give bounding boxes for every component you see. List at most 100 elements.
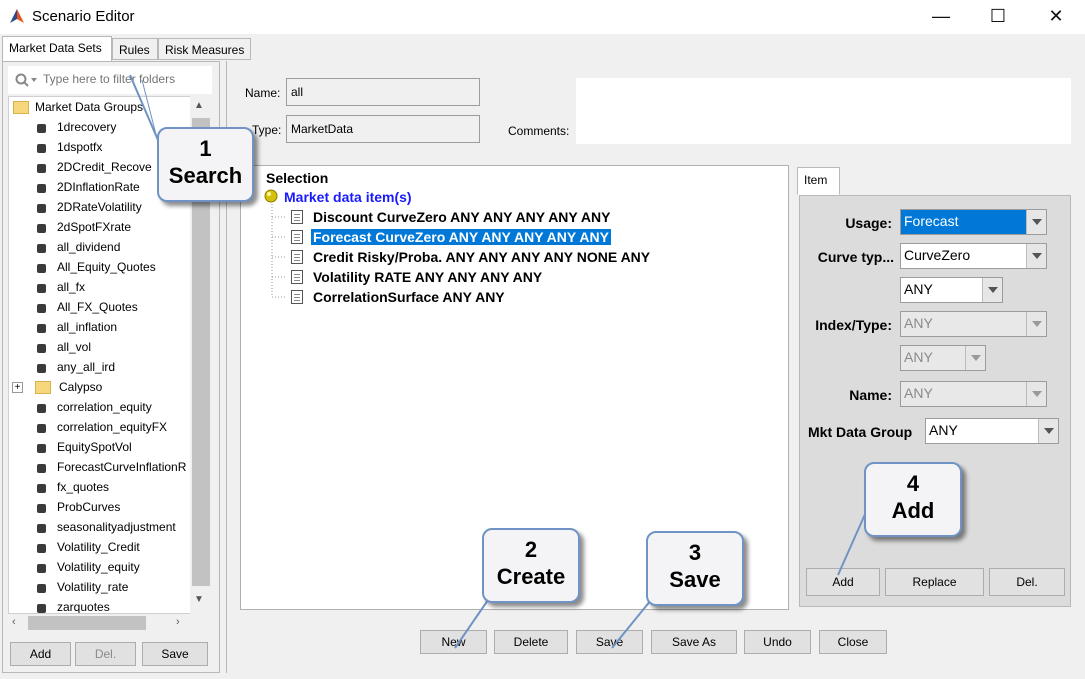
usage-value: Forecast	[904, 213, 959, 229]
tab-rules[interactable]: Rules	[112, 38, 158, 60]
search-icon[interactable]	[15, 73, 39, 87]
item-name-select[interactable]: ANY	[900, 381, 1047, 407]
close-window-button[interactable]: ✕	[1033, 0, 1079, 34]
tree-item-label: seasonalityadjustment	[57, 520, 176, 534]
tree-leaf-icon	[37, 164, 46, 173]
tree-horizontal-scrollbar[interactable]: ‹ ›	[8, 614, 212, 632]
tree-leaf-icon	[37, 444, 46, 453]
tree-item-label: Volatility_rate	[57, 580, 129, 594]
type-label: Type:	[252, 123, 282, 137]
scroll-thumb-horizontal[interactable]	[28, 616, 146, 630]
usage-select[interactable]: Forecast	[900, 209, 1047, 235]
item-replace-button[interactable]: Replace	[885, 568, 984, 596]
tree-item[interactable]: ForecastCurveInflationR	[9, 458, 191, 478]
tree-item-label: zarquotes	[57, 600, 110, 614]
mkt-data-group-value: ANY	[929, 422, 958, 438]
mkt-data-group-select[interactable]: ANY	[925, 418, 1059, 444]
tree-item[interactable]: seasonalityadjustment	[9, 518, 191, 538]
selection-item[interactable]: Volatility RATE ANY ANY ANY ANY	[311, 269, 544, 285]
chevron-down-icon[interactable]	[1026, 312, 1046, 336]
maximize-button[interactable]: ☐	[975, 0, 1021, 34]
tree-item[interactable]: fx_quotes	[9, 478, 191, 498]
tree-item-label: 2dSpotFXrate	[57, 220, 132, 234]
tree-item-label: 1dspotfx	[57, 140, 103, 154]
index-subtype-select[interactable]: ANY	[900, 345, 986, 371]
scroll-right-icon[interactable]: ›	[176, 616, 180, 628]
tree-item-label: ForecastCurveInflationR	[57, 460, 187, 474]
tree-root-label: Market Data Groups	[35, 100, 144, 114]
callout-text: Save	[669, 567, 721, 592]
tab-market-data-sets[interactable]: Market Data Sets	[2, 36, 112, 62]
tree-folder-calypso[interactable]: + Calypso	[11, 378, 211, 398]
tree-item[interactable]: ProbCurves	[9, 498, 191, 518]
tree-item[interactable]: EquitySpotVol	[9, 438, 191, 458]
undo-button[interactable]: Undo	[744, 630, 811, 654]
scroll-left-icon[interactable]: ‹	[12, 616, 16, 628]
app-logo-icon	[10, 9, 24, 23]
item-del-button[interactable]: Del.	[989, 568, 1065, 596]
tree-item[interactable]: all_dividend	[9, 238, 191, 258]
left-add-button[interactable]: Add	[10, 642, 71, 666]
tree-item[interactable]: any_all_ird	[9, 358, 191, 378]
selection-item[interactable]: Credit Risky/Proba. ANY ANY ANY ANY NONE…	[311, 249, 652, 265]
scroll-down-icon[interactable]: ▼	[194, 594, 204, 605]
scroll-up-icon[interactable]: ▲	[194, 100, 204, 111]
tree-item[interactable]: correlation_equity	[9, 398, 191, 418]
tree-item[interactable]: All_Equity_Quotes	[9, 258, 191, 278]
selection-item[interactable]: CorrelationSurface ANY ANY	[311, 289, 507, 305]
tree-leaf-icon	[37, 524, 46, 533]
name-field[interactable]: all	[286, 78, 480, 106]
callout-text: Search	[168, 163, 243, 188]
curve-type-select[interactable]: CurveZero	[900, 243, 1047, 269]
tree-item-label: correlation_equityFX	[57, 420, 168, 434]
save-button[interactable]: Save	[576, 630, 643, 654]
callout-text: Create	[496, 564, 566, 589]
save-as-button[interactable]: Save As	[651, 630, 737, 654]
tree-item[interactable]: 2dSpotFXrate	[9, 218, 191, 238]
left-del-button[interactable]: Del.	[75, 642, 136, 666]
tree-item[interactable]: all_inflation	[9, 318, 191, 338]
curve-type-label: Curve typ...	[817, 249, 894, 265]
tree-item[interactable]: Volatility_rate	[9, 578, 191, 598]
tree-leaf-icon	[37, 344, 46, 353]
index-type-select[interactable]: ANY	[900, 311, 1047, 337]
callout-number: 1	[199, 136, 212, 161]
tab-item[interactable]: Item	[797, 167, 840, 195]
delete-button[interactable]: Delete	[494, 630, 568, 654]
chevron-down-icon[interactable]	[982, 278, 1002, 302]
tree-root[interactable]: Market Data Groups	[11, 98, 211, 118]
tree-item[interactable]: all_vol	[9, 338, 191, 358]
tree-leaf-icon	[37, 244, 46, 253]
callout-create: 2 Create	[482, 528, 580, 603]
tree-item[interactable]: Volatility_Credit	[9, 538, 191, 558]
left-save-button[interactable]: Save	[142, 642, 208, 666]
tree-item[interactable]: zarquotes	[9, 598, 191, 614]
comments-field[interactable]	[576, 78, 1071, 144]
item-add-button[interactable]: Add	[806, 568, 880, 596]
tree-leaf-icon	[37, 284, 46, 293]
tree-leaf-icon	[37, 504, 46, 513]
selection-item[interactable]: Discount CurveZero ANY ANY ANY ANY ANY	[311, 209, 612, 225]
tree-leaf-icon	[37, 404, 46, 413]
chevron-down-icon[interactable]	[1026, 382, 1046, 406]
filter-folders-input[interactable]	[43, 72, 209, 86]
curve-subtype-select[interactable]: ANY	[900, 277, 1003, 303]
tree-item[interactable]: all_fx	[9, 278, 191, 298]
new-button[interactable]: New	[420, 630, 487, 654]
chevron-down-icon[interactable]	[1038, 419, 1058, 443]
minimize-button[interactable]: —	[918, 0, 964, 34]
selection-title: Selection	[266, 170, 329, 186]
expand-plus-icon[interactable]: +	[12, 382, 23, 393]
selection-item-selected[interactable]: Forecast CurveZero ANY ANY ANY ANY ANY	[311, 229, 611, 245]
market-data-items-node[interactable]: Market data item(s)	[284, 189, 412, 205]
chevron-down-icon[interactable]	[1026, 210, 1046, 234]
tree-item[interactable]: correlation_equityFX	[9, 418, 191, 438]
item-panel: Usage: Forecast Curve typ... CurveZero A…	[799, 195, 1071, 607]
tab-risk-measures[interactable]: Risk Measures	[158, 38, 251, 60]
close-button[interactable]: Close	[819, 630, 887, 654]
tree-item[interactable]: Volatility_equity	[9, 558, 191, 578]
chevron-down-icon[interactable]	[1026, 244, 1046, 268]
chevron-down-icon[interactable]	[965, 346, 985, 370]
tree-item[interactable]: All_FX_Quotes	[9, 298, 191, 318]
tree-item-label: Volatility_equity	[57, 560, 140, 574]
